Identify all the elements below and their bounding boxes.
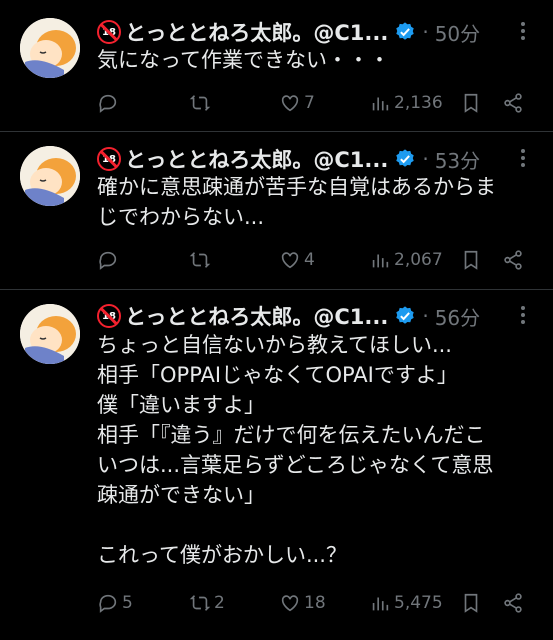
- timestamp[interactable]: 53分: [435, 145, 480, 174]
- bookmark-icon: [464, 93, 478, 113]
- retweet-button[interactable]: 2: [189, 588, 225, 618]
- view-count: 5,475: [394, 593, 443, 613]
- heart-icon: [281, 252, 299, 269]
- verified-badge-icon: [396, 149, 415, 167]
- display-name[interactable]: とっととねろ太郎。@C1...: [125, 301, 388, 331]
- age-restriction-icon: 18: [97, 147, 121, 171]
- tweet-actions: 4 2,067: [97, 245, 533, 275]
- bookmark-icon: [464, 593, 478, 613]
- tweet-actions: 5 2 18 5,475: [97, 588, 533, 618]
- tweet-header: 18 とっととねろ太郎。@C1... · 56分: [97, 301, 533, 331]
- retweet-icon: [189, 595, 211, 611]
- bookmark-button[interactable]: [460, 88, 482, 118]
- reply-icon: [99, 94, 117, 113]
- more-options-icon[interactable]: [513, 146, 533, 170]
- share-button[interactable]: [502, 245, 524, 275]
- verified-badge-icon: [396, 306, 415, 324]
- separator-dot: ·: [422, 304, 429, 328]
- age-restriction-icon: 18: [97, 304, 121, 328]
- display-name[interactable]: とっととねろ太郎。@C1...: [125, 144, 388, 174]
- share-icon: [504, 593, 522, 613]
- timestamp[interactable]: 50分: [435, 18, 480, 47]
- reply-button[interactable]: 5: [97, 588, 133, 618]
- like-count: 18: [304, 593, 326, 613]
- tweet-1[interactable]: 18 とっととねろ太郎。@C1... · 50分 気になって作業できない・・・ …: [0, 0, 553, 132]
- bookmark-icon: [464, 250, 478, 270]
- tweet-2[interactable]: 18 とっととねろ太郎。@C1... · 53分 確かに意思疎通が苦手な自覚はあ…: [0, 132, 553, 290]
- views-chart-icon: [372, 254, 389, 268]
- views-chart-icon: [372, 597, 389, 611]
- more-options-icon[interactable]: [513, 303, 533, 327]
- view-count: 2,136: [394, 93, 443, 113]
- bookmark-button[interactable]: [460, 245, 482, 275]
- retweet-icon: [189, 95, 211, 111]
- avatar[interactable]: [20, 304, 80, 364]
- avatar[interactable]: [20, 18, 80, 78]
- bookmark-button[interactable]: [460, 588, 482, 618]
- verified-badge-icon: [396, 22, 415, 40]
- more-options-icon[interactable]: [513, 19, 533, 43]
- share-button[interactable]: [502, 88, 524, 118]
- tweet-header: 18 とっととねろ太郎。@C1... · 53分: [97, 144, 533, 174]
- tweet-3[interactable]: 18 とっととねろ太郎。@C1... · 56分 ちょっと自信ないから教えてほし…: [0, 290, 553, 640]
- timestamp[interactable]: 56分: [435, 302, 480, 331]
- retweet-button[interactable]: [189, 88, 214, 118]
- reply-button[interactable]: [97, 245, 122, 275]
- age-restriction-icon: 18: [97, 20, 121, 44]
- share-icon: [504, 93, 522, 113]
- retweet-count: 2: [214, 593, 225, 613]
- avatar[interactable]: [20, 146, 80, 206]
- tweet-text: 気になって作業できない・・・: [97, 48, 390, 72]
- reply-icon: [99, 594, 117, 613]
- reply-icon: [99, 251, 117, 270]
- like-count: 7: [304, 93, 315, 113]
- tweet-text: 確かに意思疎通が苦手な自覚はあるからま じでわからない...: [97, 175, 496, 229]
- view-count: 2,067: [394, 250, 443, 270]
- views-button[interactable]: 2,067: [369, 245, 443, 275]
- retweet-icon: [189, 252, 211, 268]
- like-button[interactable]: 4: [279, 245, 315, 275]
- like-count: 4: [304, 250, 315, 270]
- separator-dot: ·: [422, 20, 429, 44]
- share-icon: [504, 250, 522, 270]
- reply-button[interactable]: [97, 88, 122, 118]
- tweet-text: ちょっと自信ないから教えてほしい... 相手「OPPAIじゃなくてOPAIですよ…: [97, 333, 494, 567]
- views-chart-icon: [372, 97, 389, 111]
- retweet-button[interactable]: [189, 245, 214, 275]
- heart-icon: [281, 95, 299, 112]
- views-button[interactable]: 5,475: [369, 588, 443, 618]
- reply-count: 5: [122, 593, 133, 613]
- views-button[interactable]: 2,136: [369, 88, 443, 118]
- display-name[interactable]: とっととねろ太郎。@C1...: [125, 17, 388, 47]
- tweet-actions: 7 2,136: [97, 88, 533, 118]
- heart-icon: [281, 595, 299, 612]
- like-button[interactable]: 7: [279, 88, 315, 118]
- like-button[interactable]: 18: [279, 588, 326, 618]
- share-button[interactable]: [502, 588, 524, 618]
- tweet-header: 18 とっととねろ太郎。@C1... · 50分: [97, 17, 533, 47]
- separator-dot: ·: [422, 147, 429, 171]
